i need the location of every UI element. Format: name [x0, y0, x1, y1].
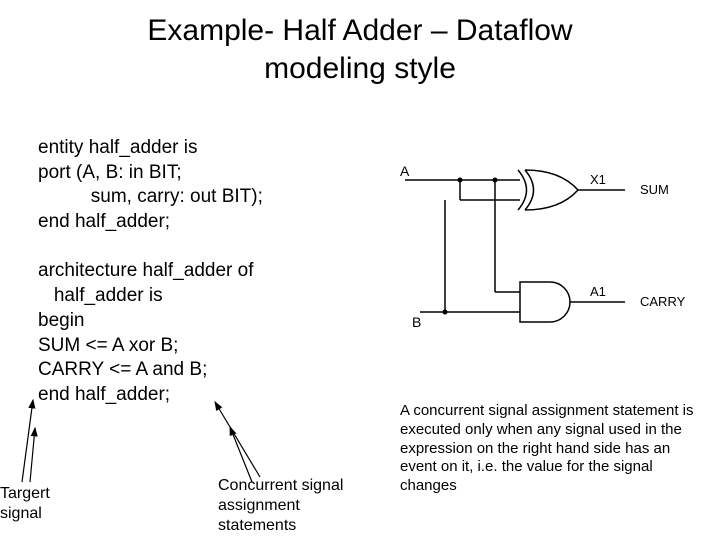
- title-line-2: modeling style: [264, 52, 456, 85]
- explanation-note: A concurrent signal assignment statement…: [400, 402, 695, 496]
- and-gate-label: A1: [590, 284, 606, 299]
- xor-gate-label: X1: [590, 172, 606, 187]
- input-b-label: B: [412, 314, 421, 330]
- input-a-label: A: [400, 163, 410, 179]
- target-signal-label: Targert signal: [0, 484, 50, 524]
- title-line-1: Example- Half Adder – Dataflow: [147, 14, 572, 47]
- sum-output-label: SUM: [640, 182, 669, 197]
- xor-gate-icon: [518, 170, 578, 210]
- and-gate-icon: [520, 282, 570, 322]
- half-adder-circuit: A B X1 SUM A1 CARRY: [400, 162, 690, 352]
- concurrent-assignment-label: Concurrent signal assignment statements: [218, 476, 343, 536]
- slide-title: Example- Half Adder – Dataflow modeling …: [0, 12, 720, 87]
- carry-output-label: CARRY: [640, 294, 686, 309]
- vhdl-code: entity half_adder is port (A, B: in BIT;…: [38, 136, 263, 408]
